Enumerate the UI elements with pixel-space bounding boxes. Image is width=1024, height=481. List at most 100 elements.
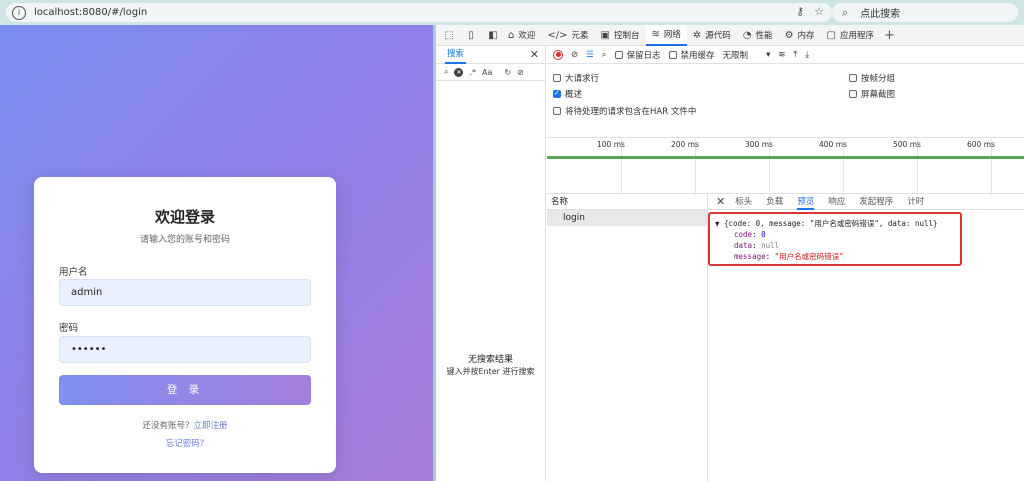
no-results-hint: 键入并按Enter 进行搜索 <box>446 367 535 376</box>
inspect-icon[interactable]: ⬚ <box>440 26 458 44</box>
tab-elements[interactable]: </> 元素 <box>541 25 594 46</box>
login-subtitle: 请输入您的账号和密码 <box>139 235 230 245</box>
refresh-icon[interactable]: ↻ <box>504 68 511 77</box>
key-icon[interactable]: ⚷ <box>796 5 804 18</box>
tick-label: 500 ms <box>893 140 921 149</box>
network-conditions-icon[interactable]: ≋ <box>778 50 785 60</box>
tab-payload[interactable]: 负载 <box>766 194 783 210</box>
preview-field-code: code: 0 <box>734 230 766 239</box>
throttling-select[interactable]: 无限制 <box>723 49 749 61</box>
star-icon[interactable]: ☆ <box>814 5 824 18</box>
regex-toggle[interactable]: .* <box>469 68 476 77</box>
dock-icon[interactable]: ◧ <box>484 26 502 44</box>
tab-sources[interactable]: ✲ 源代码 <box>687 25 737 46</box>
tab-search[interactable]: 搜索 <box>445 46 467 64</box>
register-prompt: 还没有账号？ <box>142 421 194 431</box>
tab-preview[interactable]: 预览 <box>797 194 815 210</box>
browser-search-box[interactable]: ⌕ 点此搜索 <box>832 3 1018 22</box>
response-preview[interactable]: ▼ {code: 0, message: "用户名或密码错误", data: n… <box>708 212 962 266</box>
tab-initiator[interactable]: 发起程序 <box>859 194 893 210</box>
tick-label: 400 ms <box>819 140 847 149</box>
caret-down-icon[interactable]: ▼ <box>715 219 724 228</box>
forgot-password-link[interactable]: 忘记密码? <box>34 437 336 449</box>
no-results-title: 无搜索结果 <box>467 355 513 365</box>
search-panel: 搜索 ✕ ⌕ ✕ .* Aa ↻ ⊘ 无搜索结果 键入并按Enter 进行搜索 <box>436 46 546 481</box>
address-text[interactable]: localhost:8080/#/login <box>34 7 147 18</box>
add-tab-icon[interactable]: + <box>884 28 895 43</box>
name-column-header[interactable]: 名称 <box>547 194 707 210</box>
devtools-tabbar: ⬚ ▯ ◧ ⌂ 欢迎 </> 元素 ▣ 控制台 ≋ 网络 ✲ 源代码 ◔ 性能 ⚙ 内存 ▢ 应… <box>436 24 1024 46</box>
tab-memory[interactable]: ⚙ 内存 <box>779 25 821 46</box>
app-icon: ▢ <box>826 29 836 41</box>
tab-console[interactable]: ▣ 控制台 <box>595 25 646 46</box>
tab-headers[interactable]: 标头 <box>735 194 752 210</box>
request-timing-bar <box>547 156 1024 159</box>
clear-log-icon[interactable]: ⊘ <box>571 50 578 60</box>
login-button[interactable]: 登 录 <box>59 375 311 405</box>
tick-label: 100 ms <box>597 140 625 149</box>
preserve-log-checkbox[interactable]: 保留日志 <box>614 49 661 61</box>
import-icon[interactable]: ⤒ <box>793 50 797 60</box>
network-toolbar: ⊘ ☰ ⌕ 保留日志 禁用缓存 无限制 ▾ ≋ ⤒ ⤓ <box>547 46 1024 64</box>
close-icon[interactable]: ✕ <box>530 48 539 61</box>
tab-performance[interactable]: ◔ 性能 <box>737 25 779 46</box>
username-input[interactable]: admin <box>59 279 311 306</box>
chevron-down-icon[interactable]: ▾ <box>766 50 770 60</box>
clear-icon[interactable]: ✕ <box>454 67 464 77</box>
close-icon[interactable]: ✕ <box>716 195 725 208</box>
login-card: 欢迎登录 请输入您的账号和密码 用户名 admin 密码 •••••• 登 录 … <box>34 177 336 473</box>
filter-icon[interactable]: ☰ <box>586 50 594 60</box>
browser-search-placeholder: 点此搜索 <box>860 9 901 20</box>
tab-response[interactable]: 响应 <box>828 194 845 210</box>
group-by-frame-checkbox[interactable]: 按帧分组 <box>849 72 895 84</box>
code-icon: </> <box>547 29 568 41</box>
gauge-icon: ◔ <box>742 29 752 41</box>
search-tools: ⌕ ✕ .* Aa ↻ ⊘ <box>436 64 545 81</box>
tick-label: 300 ms <box>745 140 773 149</box>
register-line: 还没有账号？立即注册 <box>34 419 336 431</box>
preview-summary: {code: 0, message: "用户名或密码错误", data: nul… <box>724 219 938 228</box>
search-icon: ⌕ <box>842 5 849 19</box>
export-icon[interactable]: ⤓ <box>805 50 809 60</box>
login-title: 欢迎登录 <box>154 208 215 226</box>
preview-field-data: data: null <box>734 241 780 250</box>
login-page: 欢迎登录 请输入您的账号和密码 用户名 admin 密码 •••••• 登 录 … <box>0 25 433 481</box>
large-rows-checkbox[interactable]: 大请求行 <box>553 72 599 84</box>
username-label: 用户名 <box>59 267 88 278</box>
request-row-login[interactable]: login <box>547 210 707 226</box>
record-icon[interactable] <box>553 49 563 60</box>
password-input[interactable]: •••••• <box>59 336 311 363</box>
har-option-checkbox[interactable]: 将待处理的请求包含在HAR 文件中 <box>553 105 696 117</box>
devtools-panel: ⬚ ▯ ◧ ⌂ 欢迎 </> 元素 ▣ 控制台 ≋ 网络 ✲ 源代码 ◔ 性能 ⚙ 内存 ▢ 应… <box>433 24 1024 481</box>
console-icon: ▣ <box>600 29 610 41</box>
memory-icon: ⚙ <box>784 29 794 41</box>
tab-timing[interactable]: 计时 <box>907 194 924 210</box>
wifi-icon: ≋ <box>651 28 660 40</box>
preview-summary-row[interactable]: ▼ {code: 0, message: "用户名或密码错误", data: n… <box>715 218 960 229</box>
tab-welcome[interactable]: ⌂ 欢迎 <box>502 25 541 46</box>
screenshots-checkbox[interactable]: 屏幕截图 <box>849 88 895 100</box>
network-panel: ⊘ ☰ ⌕ 保留日志 禁用缓存 无限制 ▾ ≋ ⤒ ⤓ 大请求行 按帧分组 概述… <box>547 46 1024 481</box>
search-icon[interactable]: ⌕ <box>602 50 607 60</box>
preview-field-message: message: "用户名或密码错误" <box>734 252 844 261</box>
tick-label: 200 ms <box>671 140 699 149</box>
case-toggle[interactable]: Aa <box>482 68 492 77</box>
register-link[interactable]: 立即注册 <box>194 421 228 431</box>
network-overview-timeline[interactable]: 100 ms 200 ms 300 ms 400 ms 500 ms 600 m… <box>547 137 1024 195</box>
device-toolbar-icon[interactable]: ▯ <box>462 26 480 44</box>
tab-application[interactable]: ▢ 应用程序 <box>821 25 880 46</box>
password-label: 密码 <box>59 323 79 334</box>
search-icon[interactable]: ⌕ <box>444 67 448 77</box>
site-info-icon[interactable]: i <box>12 5 26 20</box>
overview-checkbox[interactable]: 概述 <box>553 88 582 100</box>
disable-cache-checkbox[interactable]: 禁用缓存 <box>668 49 715 61</box>
address-bar[interactable]: i localhost:8080/#/login ⚷ ☆ <box>6 3 832 22</box>
tab-network[interactable]: ≋ 网络 <box>645 24 687 46</box>
home-icon: ⌂ <box>508 29 515 41</box>
search-panel-header: 搜索 ✕ <box>436 46 545 64</box>
browser-toolbar: i localhost:8080/#/login ⚷ ☆ ⌕ 点此搜索 <box>0 0 1024 25</box>
cancel-icon[interactable]: ⊘ <box>517 68 524 77</box>
tick-label: 600 ms <box>967 140 995 149</box>
bug-icon: ✲ <box>692 29 702 41</box>
request-detail-tabs: ✕ 标头 负载 预览 响应 发起程序 计时 <box>708 194 1024 210</box>
